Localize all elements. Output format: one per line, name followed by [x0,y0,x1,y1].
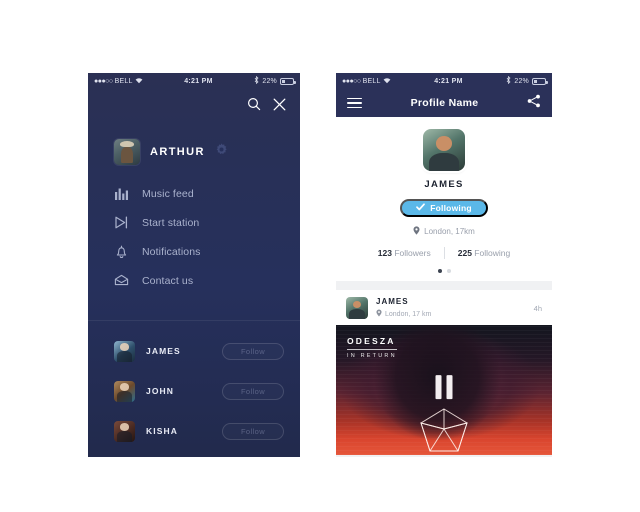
share-icon[interactable] [527,94,541,113]
avatar [114,139,140,165]
page-dot-1[interactable] [437,269,442,273]
sidebar-item-label: Start station [142,216,200,229]
feed-location: London, 17 km [376,309,534,319]
friend-name: JAMES [146,346,181,356]
feed-location-label: London, 17 km [385,310,432,318]
profile-card: JAMES Following London, 17km 123 Followe… [336,117,552,281]
sidebar-item-music-feed[interactable]: Music feed [88,179,300,208]
right-status-bar: ●●●○○ BELL 4:21 PM 22% [336,73,552,89]
search-icon[interactable] [247,97,261,111]
status-right: 22% [506,75,548,86]
friends-list: JAMES Follow JOHN Follow KISHA Follow [88,331,300,451]
battery-percent: 22% [262,77,277,85]
avatar [114,420,135,442]
sidebar-item-label: Music feed [142,187,194,200]
page-title: ARTHUR [150,146,205,158]
album-artwork[interactable]: ODESZA IN RETURN [336,325,552,455]
status-right: 22% [254,75,296,86]
feed-header: JAMES London, 17 km 4h [336,290,552,325]
profile-location: London, 17km [413,226,475,237]
location-pin-icon [376,309,382,319]
feed-author: JAMES [376,297,409,306]
close-icon[interactable] [273,98,286,111]
bluetooth-icon [254,75,259,86]
gear-icon[interactable] [215,143,228,161]
sidebar-profile-row[interactable]: ARTHUR [88,119,300,165]
friend-name: JOHN [146,386,175,396]
followers-count: 123 [377,248,392,258]
wifi-icon [135,77,143,86]
sidebar-item-contact-us[interactable]: Contact us [88,266,300,295]
following-count: 225 [457,248,472,258]
carrier-label: BELL [362,77,381,85]
signal-dots-icon: ●●●○○ [94,77,113,85]
left-top-actions [88,89,300,119]
battery-icon [280,77,296,85]
list-item[interactable]: JAMES Follow [88,331,300,371]
sidebar-item-label: Notifications [142,245,201,258]
followers-stat[interactable]: 123 Followers [365,248,444,258]
profile-name: JAMES [424,179,464,190]
page-indicator [437,269,451,273]
bell-icon [114,244,129,259]
left-phone-screen: ●●●○○ BELL 4:21 PM 22% ARTHUR Music feed… [88,73,300,457]
following-stat[interactable]: 225 Following [445,248,523,258]
location-pin-icon [413,226,420,237]
friend-name: KISHA [146,426,178,436]
follow-button[interactable]: Follow [222,342,284,360]
carrier-label: BELL [114,77,133,85]
album-title-block: ODESZA IN RETURN [347,336,397,359]
sidebar-item-notifications[interactable]: Notifications [88,237,300,266]
list-item[interactable]: JOHN Follow [88,371,300,411]
navbar: Profile Name [336,89,552,117]
battery-icon [532,77,548,85]
avatar [423,129,465,171]
page-title: Profile Name [410,97,479,109]
sidebar-menu: Music feed Start station Notifications C… [88,179,300,295]
feed-author-block: JAMES London, 17 km [376,297,534,319]
status-left: ●●●○○ BELL [342,77,391,86]
right-phone-screen: ●●●○○ BELL 4:21 PM 22% Profile Name JAME… [336,73,552,457]
left-status-bar: ●●●○○ BELL 4:21 PM 22% [88,73,300,89]
profile-stats: 123 Followers 225 Following [365,247,523,259]
status-left: ●●●○○ BELL [94,77,143,86]
avatar [114,340,135,362]
wifi-icon [383,77,391,86]
following-label: Following [474,248,511,258]
feed-card: JAMES London, 17 km 4h ODESZA IN RETURN [336,290,552,455]
feed-timestamp: 4h [533,303,542,313]
sidebar-item-label: Contact us [142,274,194,287]
bar-chart-icon [114,186,129,201]
followers-label: Followers [394,248,431,258]
icosahedron-icon [420,408,468,452]
battery-percent: 22% [514,77,529,85]
sidebar-divider [88,320,300,321]
following-button-label: Following [430,203,472,213]
signal-dots-icon: ●●●○○ [342,77,361,85]
bluetooth-icon [506,75,511,86]
follow-button[interactable]: Follow [222,382,284,400]
status-time: 4:21 PM [184,77,213,85]
following-button[interactable]: Following [400,199,488,217]
sidebar-item-start-station[interactable]: Start station [88,208,300,237]
list-item[interactable]: KISHA Follow [88,411,300,451]
play-skip-icon [114,215,129,230]
avatar [346,297,368,319]
album-title-rule [347,349,397,350]
album-artist: ODESZA [347,336,396,346]
envelope-icon [114,273,129,288]
pause-icon[interactable] [435,375,453,400]
avatar [114,380,135,402]
page-dot-2[interactable] [446,269,451,273]
hamburger-icon[interactable] [347,95,362,112]
check-icon [416,203,426,213]
status-time: 4:21 PM [434,77,463,85]
album-name: IN RETURN [347,353,397,359]
profile-location-label: London, 17km [424,227,475,236]
follow-button[interactable]: Follow [222,422,284,440]
